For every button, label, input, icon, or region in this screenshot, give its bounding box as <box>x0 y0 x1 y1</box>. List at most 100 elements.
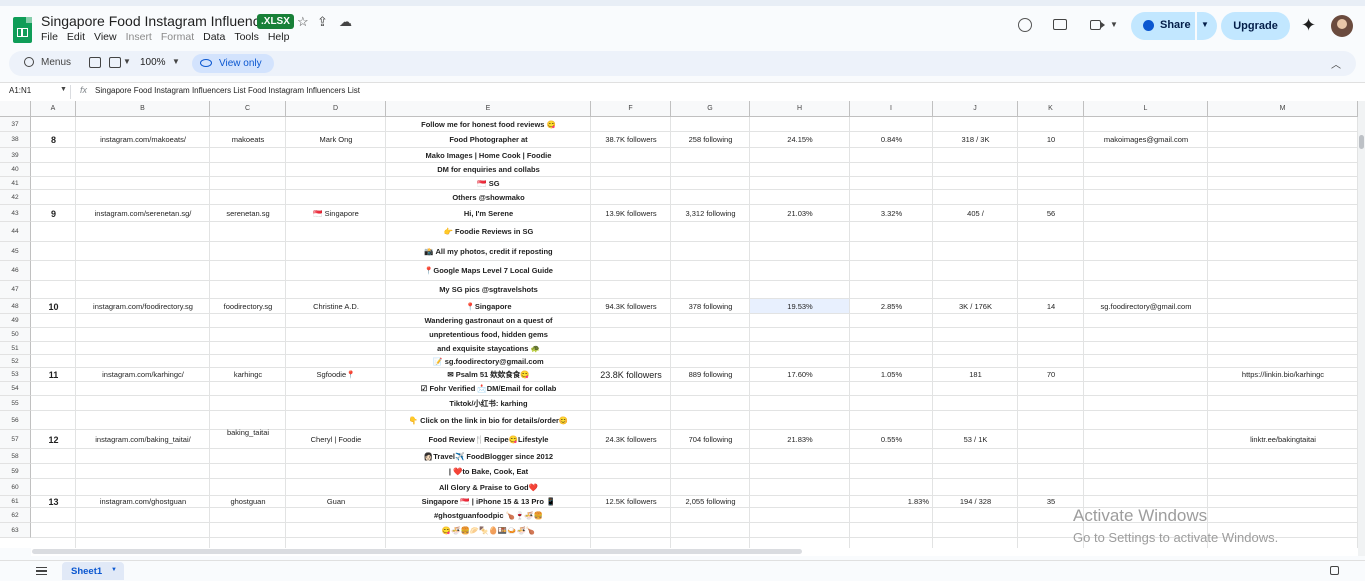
version-history-icon[interactable] <box>1018 18 1032 32</box>
row-header-46[interactable]: 46 <box>0 261 31 281</box>
vertical-scrollbar[interactable] <box>1358 101 1365 556</box>
cell-c53[interactable]: karhingc <box>210 370 286 380</box>
print-icon[interactable] <box>89 57 101 68</box>
select-all-corner[interactable] <box>0 101 31 117</box>
cell-e41[interactable]: 🇸🇬 SG <box>386 179 591 189</box>
row-header-61[interactable]: 61 <box>0 496 31 508</box>
meet-video-icon[interactable] <box>1090 20 1105 30</box>
menu-file[interactable]: File <box>41 31 58 43</box>
cell-e60[interactable]: All Glory & Praise to God❤️ <box>386 483 591 493</box>
menu-tools[interactable]: Tools <box>234 31 259 43</box>
row-header-37[interactable]: 37 <box>0 117 31 132</box>
cell-h57[interactable]: 21.83% <box>750 435 850 445</box>
cell-e43[interactable]: Hi, I'm Serene <box>386 209 591 219</box>
cell-i43[interactable]: 3.32% <box>850 209 933 219</box>
zoom-select[interactable]: 100% <box>140 57 166 68</box>
cell-e63[interactable]: 😋🍜🍔🥟🍢🥚🍱🍛🍜🍗 <box>386 526 591 536</box>
cell-b61[interactable]: instagram.com/ghostguan <box>76 497 210 507</box>
cell-e48[interactable]: 📍Singapore <box>386 302 591 312</box>
row-header-57[interactable]: 57 <box>0 430 31 449</box>
cell-f48[interactable]: 94.3K followers <box>591 302 671 312</box>
cell-e58[interactable]: 👩🏻Travel✈️ FoodBlogger since 2012 <box>386 452 591 462</box>
column-header-j[interactable]: J <box>933 101 1018 117</box>
column-header-i[interactable]: I <box>850 101 933 117</box>
cell-h48[interactable]: 19.53% <box>750 302 850 312</box>
cell-e61[interactable]: Singapore 🇸🇬 | iPhone 15 & 13 Pro 📱 <box>386 497 591 507</box>
cell-h53[interactable]: 17.60% <box>750 370 850 380</box>
column-header-d[interactable]: D <box>286 101 386 117</box>
cell-i53[interactable]: 1.05% <box>850 370 933 380</box>
cell-c48[interactable]: foodirectory.sg <box>210 302 286 312</box>
cell-c38[interactable]: makoeats <box>210 135 286 145</box>
column-header-e[interactable]: E <box>386 101 591 117</box>
chevron-down-icon[interactable]: ▼ <box>123 57 131 66</box>
cell-k43[interactable]: 56 <box>1018 209 1084 219</box>
cell-e53[interactable]: ✉ Psalm 51 欸欸食食😋 <box>386 370 591 380</box>
cell-e47[interactable]: My SG pics @sgtravelshots <box>386 285 591 295</box>
name-box[interactable]: A1:N1 <box>9 86 31 95</box>
cell-e54[interactable]: ☑ Fohr Verified 📩DM/Email for collab <box>386 384 591 394</box>
cell-b43[interactable]: instagram.com/serenetan.sg/ <box>76 209 210 219</box>
row-header-44[interactable]: 44 <box>0 222 31 242</box>
zoom-chevron-down-icon[interactable]: ▼ <box>172 57 180 66</box>
cell-c56[interactable]: baking_taitai <box>210 428 286 438</box>
cell-l38[interactable]: makoimages@gmail.com <box>1084 135 1208 145</box>
spreadsheet-grid[interactable]: A B C D E F G H I J K L M 37 38 39 40 41 42 43 44 45 46 47 48 49 5… <box>0 101 1358 548</box>
cell-e39[interactable]: Mako Images | Home Cook | Foodie <box>386 151 591 161</box>
cell-a61[interactable]: 13 <box>31 497 76 507</box>
cell-f53[interactable]: 23.8K followers <box>591 370 671 380</box>
cell-f61[interactable]: 12.5K followers <box>591 497 671 507</box>
cell-j43[interactable]: 405 / <box>933 209 1018 219</box>
menu-view[interactable]: View <box>94 31 117 43</box>
column-header-m[interactable]: M <box>1208 101 1358 117</box>
chevron-down-icon[interactable]: ▼ <box>111 567 117 573</box>
cell-i48[interactable]: 2.85% <box>850 302 933 312</box>
cell-j38[interactable]: 318 / 3K <box>933 135 1018 145</box>
row-header-59[interactable]: 59 <box>0 464 31 479</box>
cell-g53[interactable]: 889 following <box>671 370 750 380</box>
cell-g61[interactable]: 2,055 following <box>671 497 750 507</box>
horizontal-scroll-thumb[interactable] <box>32 549 802 554</box>
row-header-53[interactable]: 53 <box>0 368 31 382</box>
cell-e51[interactable]: and exquisite staycations 🐢 <box>386 344 591 354</box>
cell-i57[interactable]: 0.55% <box>850 435 933 445</box>
upgrade-button[interactable]: Upgrade <box>1221 12 1290 40</box>
cell-k38[interactable]: 10 <box>1018 135 1084 145</box>
cell-b57[interactable]: instagram.com/baking_taitai/ <box>76 435 210 445</box>
cell-d38[interactable]: Mark Ong <box>286 135 386 145</box>
row-header-52[interactable]: 52 <box>0 355 31 368</box>
row-header-43[interactable]: 43 <box>0 205 31 222</box>
cell-e56[interactable]: 👇 Click on the link in bio for details/o… <box>386 416 591 426</box>
cell-m53[interactable]: https://linkin.bio/karhingc <box>1208 370 1358 380</box>
cell-i38[interactable]: 0.84% <box>850 135 933 145</box>
column-header-b[interactable]: B <box>76 101 210 117</box>
menus-search-label[interactable]: Menus <box>41 57 71 68</box>
row-header-48[interactable]: 48 <box>0 299 31 314</box>
cell-d43[interactable]: 🇸🇬 Singapore <box>286 209 386 219</box>
cell-e57[interactable]: Food Review🍴Recipe😋Lifestyle <box>386 435 591 445</box>
paint-format-icon[interactable] <box>109 57 121 68</box>
row-header-58[interactable]: 58 <box>0 449 31 464</box>
cell-b53[interactable]: instagram.com/karhingc/ <box>76 370 210 380</box>
row-header-60[interactable]: 60 <box>0 479 31 496</box>
row-header-41[interactable]: 41 <box>0 177 31 190</box>
cell-k48[interactable]: 14 <box>1018 302 1084 312</box>
column-header-h[interactable]: H <box>750 101 850 117</box>
cell-h38[interactable]: 24.15% <box>750 135 850 145</box>
cell-c43[interactable]: serenetan.sg <box>210 209 286 219</box>
cell-e46[interactable]: 📍Google Maps Level 7 Local Guide <box>386 266 591 276</box>
cell-d53[interactable]: Sgfoodie📍 <box>286 370 386 380</box>
column-header-c[interactable]: C <box>210 101 286 117</box>
row-header-42[interactable]: 42 <box>0 190 31 205</box>
comments-icon[interactable] <box>1053 19 1067 30</box>
document-title[interactable]: Singapore Food Instagram Influencers <box>41 13 279 29</box>
row-header-45[interactable]: 45 <box>0 242 31 261</box>
explore-icon[interactable] <box>1330 566 1339 575</box>
cell-d48[interactable]: Christine A.D. <box>286 302 386 312</box>
row-header-55[interactable]: 55 <box>0 396 31 411</box>
cell-g48[interactable]: 378 following <box>671 302 750 312</box>
row-header-38[interactable]: 38 <box>0 132 31 148</box>
collapse-menus-icon[interactable]: ︿ <box>1331 56 1341 71</box>
chevron-down-icon[interactable]: ▼ <box>1110 20 1118 29</box>
vertical-scroll-thumb[interactable] <box>1359 135 1364 149</box>
